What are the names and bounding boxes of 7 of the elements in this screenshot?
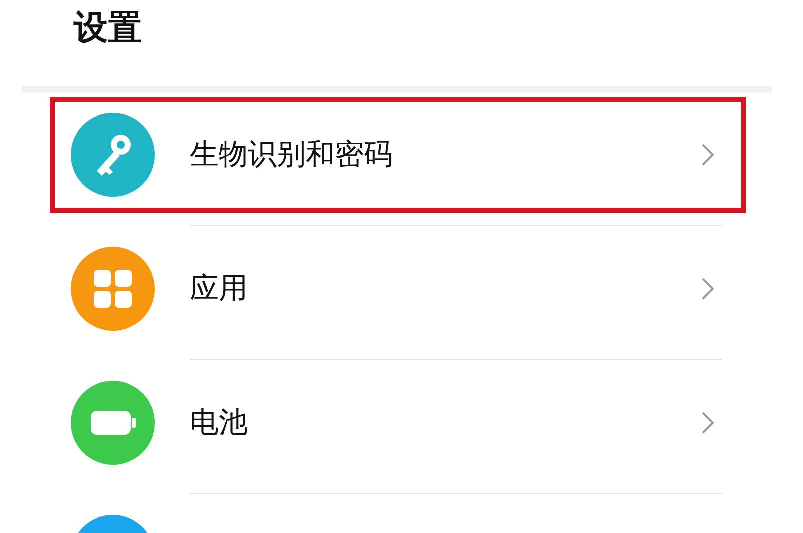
chevron-right-icon bbox=[701, 411, 715, 435]
chevron-right-icon bbox=[701, 143, 715, 167]
settings-item[interactable]: 电池 bbox=[50, 365, 746, 481]
settings-item[interactable]: 应用 bbox=[50, 231, 746, 347]
chevron-right-icon bbox=[701, 277, 715, 301]
settings-item[interactable]: 生物识别和密码 bbox=[50, 97, 746, 213]
page-title: 设置 bbox=[74, 8, 142, 48]
